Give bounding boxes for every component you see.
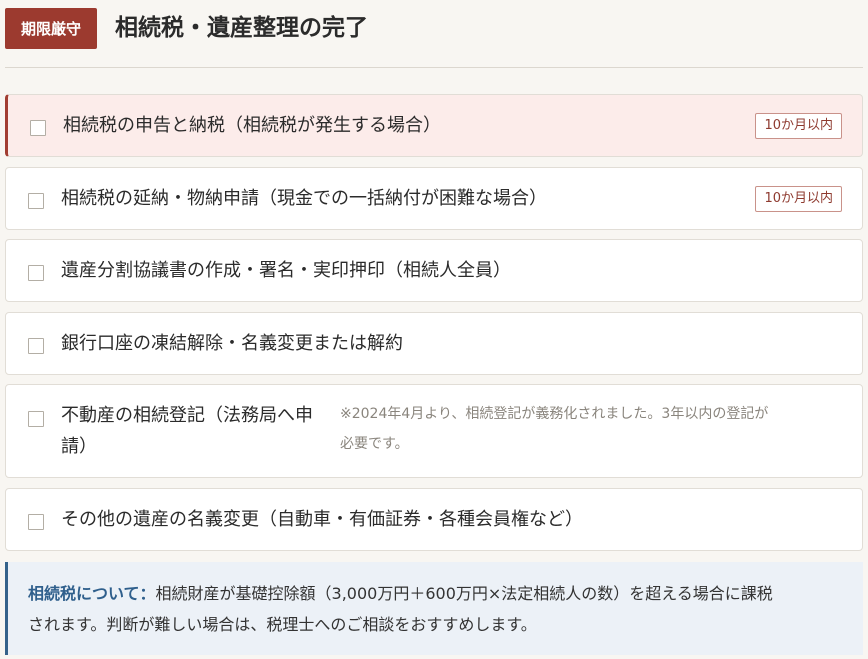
item-label: 相続税の延納・物納申請（現金での一括納付が困難な場合） bbox=[61, 188, 547, 209]
info-line1: 相続税について：相続財産が基礎控除額（3,000万円＋600万円×法定相続人の数… bbox=[28, 578, 843, 609]
deadline-tag: 10か月以内 bbox=[755, 186, 842, 212]
checklist-item-inheritance-tax-filing[interactable]: 相続税の申告と納税（相続税が発生する場合） 10か月以内 bbox=[5, 94, 863, 157]
checklist-item-real-estate-registration[interactable]: 不動産の相続登記（法務局へ申 請） ※2024年4月より、相続登記が義務化されま… bbox=[5, 384, 863, 478]
note-line1: ※2024年4月より、相続登記が義務化されました。3年以内の登記が bbox=[340, 406, 769, 422]
item-label: 銀行口座の凍結解除・名義変更または解約 bbox=[61, 333, 403, 354]
info-box: 相続税について：相続財産が基礎控除額（3,000万円＋600万円×法定相続人の数… bbox=[5, 562, 863, 655]
deadline-badge: 期限厳守 bbox=[5, 8, 97, 49]
checkbox[interactable] bbox=[30, 120, 46, 136]
item-label-line2: 請） bbox=[61, 436, 97, 457]
checkbox[interactable] bbox=[28, 338, 44, 354]
note-line2: 必要です。 bbox=[340, 436, 409, 452]
info-text1: 相続財産が基礎控除額（3,000万円＋600万円×法定相続人の数）を超える場合に… bbox=[155, 584, 773, 603]
section-header: 期限厳守 相続税・遺産整理の完了 bbox=[5, 6, 863, 68]
checklist-item-deferred-payment[interactable]: 相続税の延納・物納申請（現金での一括納付が困難な場合） 10か月以内 bbox=[5, 167, 863, 230]
checklist-item-other-assets[interactable]: その他の遺産の名義変更（自動車・有価証券・各種会員権など） bbox=[5, 488, 863, 551]
checkbox[interactable] bbox=[28, 193, 44, 209]
item-label: その他の遺産の名義変更（自動車・有価証券・各種会員権など） bbox=[61, 509, 583, 530]
checklist-item-bank-account[interactable]: 銀行口座の凍結解除・名義変更または解約 bbox=[5, 312, 863, 375]
item-label: 相続税の申告と納税（相続税が発生する場合） bbox=[63, 115, 441, 136]
checkbox[interactable] bbox=[28, 514, 44, 530]
info-lead: 相続税について： bbox=[28, 584, 156, 603]
page-title: 相続税・遺産整理の完了 bbox=[115, 14, 368, 41]
checkbox[interactable] bbox=[28, 265, 44, 281]
item-label: 遺産分割協議書の作成・署名・実印押印（相続人全員） bbox=[61, 260, 511, 281]
item-label-line1: 不動産の相続登記（法務局へ申 bbox=[61, 405, 313, 426]
deadline-tag: 10か月以内 bbox=[755, 113, 842, 139]
checkbox[interactable] bbox=[28, 411, 44, 427]
registration-note: ※2024年4月より、相続登記が義務化されました。3年以内の登記が 必要です。 bbox=[340, 399, 840, 459]
checklist-item-division-agreement[interactable]: 遺産分割協議書の作成・署名・実印押印（相続人全員） bbox=[5, 239, 863, 302]
info-line2: されます。判断が難しい場合は、税理士へのご相談をおすすめします。 bbox=[28, 615, 537, 634]
